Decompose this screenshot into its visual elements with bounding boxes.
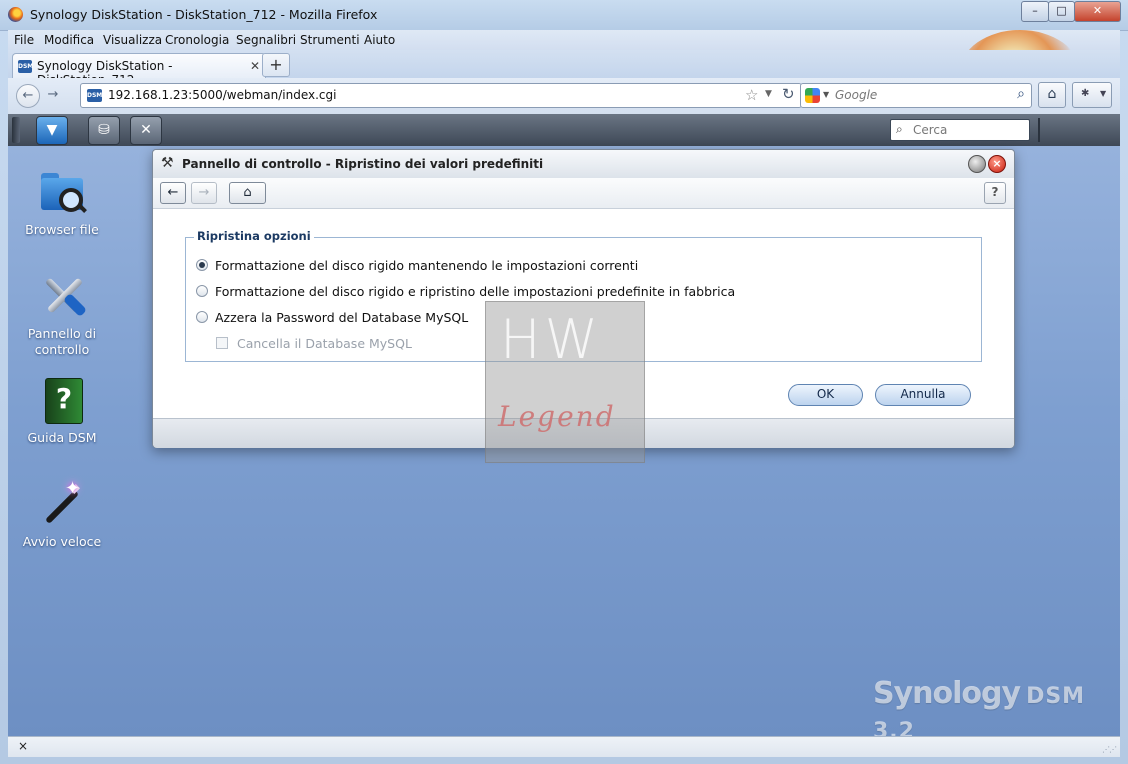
resize-grip-icon[interactable]: ⋰⋰: [1102, 745, 1117, 754]
search-engine-dropdown-icon[interactable]: ▼: [823, 90, 829, 99]
back-button[interactable]: ←: [16, 84, 40, 108]
chevron-down-icon: ▼: [46, 122, 58, 138]
folder-search-icon: [37, 168, 87, 216]
control-panel-taskbar-button[interactable]: ✕: [130, 116, 162, 145]
option-format-factory-reset[interactable]: Formattazione del disco rigido e riprist…: [196, 284, 735, 299]
dialog-help-button[interactable]: ?: [984, 182, 1006, 204]
tools-icon: ⚒: [161, 155, 174, 171]
desktop-icon-control-panel[interactable]: Pannello di controllo: [8, 272, 116, 358]
dialog-forward-button[interactable]: →: [191, 182, 217, 204]
dsm-favicon-icon: DSM: [87, 89, 102, 102]
main-menu-button[interactable]: ▼: [36, 116, 68, 145]
search-icon: ⌕: [896, 122, 903, 136]
option-reset-mysql-password[interactable]: Azzera la Password del Database MySQL: [196, 310, 468, 325]
close-dialog-button[interactable]: ×: [988, 155, 1006, 173]
minimize-button[interactable]: –: [1021, 1, 1049, 22]
fieldset-legend: Ripristina opzioni: [194, 229, 314, 243]
checkbox[interactable]: [216, 337, 228, 349]
home-icon: ⌂: [243, 185, 252, 200]
menu-file[interactable]: File: [14, 33, 34, 47]
desktop-icon-label: Pannello di controllo: [27, 326, 97, 357]
navigation-toolbar: ← → DSM 192.168.1.23:5000/webman/index.c…: [8, 78, 1120, 115]
minimize-dialog-button[interactable]: [968, 155, 986, 173]
help-book-icon: ?: [37, 376, 87, 424]
taskbar-separator: [1038, 118, 1040, 142]
chevron-down-icon: ▼: [1100, 89, 1107, 98]
reload-icon[interactable]: ↻: [782, 85, 795, 103]
dsm-search-input[interactable]: Cerca: [913, 123, 947, 137]
bookmark-star-icon[interactable]: ☆: [745, 86, 758, 104]
cancel-button[interactable]: Annulla: [875, 384, 971, 406]
puzzle-icon: ✱: [1081, 88, 1090, 99]
browser-status-bar: × ⋰⋰: [8, 736, 1120, 757]
close-tab-icon[interactable]: ✕: [250, 59, 260, 73]
watermark-line-1: HW: [500, 308, 602, 371]
close-findbar-icon[interactable]: ×: [18, 739, 28, 753]
tools-icon: [37, 272, 88, 320]
forward-button[interactable]: →: [42, 84, 64, 106]
synology-dsm-logo: Synology DSM 3.2: [873, 676, 1086, 736]
desktop-icon-label: Guida DSM: [27, 430, 97, 445]
addon-button[interactable]: ✱ ▼: [1072, 82, 1112, 108]
database-icon: ⛁: [98, 122, 110, 138]
menu-bar: File Modifica Visualizza Cronologia Segn…: [8, 30, 1120, 50]
desktop-icon-quick-start[interactable]: ✦ Avvio veloce: [8, 478, 116, 550]
url-text[interactable]: 192.168.1.23:5000/webman/index.cgi: [108, 88, 336, 102]
desktop-icon-file-browser[interactable]: Browser file: [8, 168, 116, 238]
search-icon[interactable]: ⌕: [1017, 86, 1025, 102]
taskbar-handle: [12, 117, 20, 143]
magic-wand-icon: ✦: [37, 478, 87, 528]
desktop-icon-label: Avvio veloce: [22, 534, 102, 549]
arrow-left-icon: ←: [167, 185, 179, 200]
menu-visualizza[interactable]: Visualizza: [103, 33, 162, 47]
menu-strumenti[interactable]: Strumenti: [300, 33, 360, 47]
dsm-favicon-icon: DSM: [18, 60, 33, 73]
url-bar[interactable]: DSM 192.168.1.23:5000/webman/index.cgi ☆…: [80, 83, 802, 108]
desktop-icon-dsm-help[interactable]: ? Guida DSM: [8, 376, 116, 446]
search-bar[interactable]: ▼ Google ⌕: [800, 83, 1032, 108]
menu-segnalibri[interactable]: Segnalibri: [236, 33, 296, 47]
radio-button[interactable]: [196, 311, 208, 323]
window-frame-bottom: [0, 756, 1128, 764]
dsm-taskbar: ▼ ⛁ ✕ ⌕ Cerca: [8, 114, 1120, 147]
arrow-right-icon: →: [198, 185, 210, 200]
dialog-toolbar: ← → ⌂ ?: [153, 178, 1014, 209]
dsm-search-box[interactable]: ⌕ Cerca: [890, 119, 1030, 141]
firefox-logo-icon: [8, 7, 23, 22]
url-history-dropdown-icon[interactable]: ▼: [765, 89, 772, 99]
ok-button[interactable]: OK: [788, 384, 863, 406]
dialog-title: Pannello di controllo - Ripristino dei v…: [182, 157, 544, 171]
menu-aiuto[interactable]: Aiuto: [364, 33, 395, 47]
option-delete-mysql-database[interactable]: Cancella il Database MySQL: [216, 336, 412, 351]
tab-diskstation[interactable]: DSM Synology DiskStation - DiskStation_7…: [12, 53, 266, 87]
browser-window-title: Synology DiskStation - DiskStation_712 -…: [30, 7, 378, 22]
new-tab-button[interactable]: +: [262, 53, 290, 77]
close-window-button[interactable]: ✕: [1074, 1, 1121, 22]
tab-strip: DSM Synology DiskStation - DiskStation_7…: [8, 50, 1120, 116]
storage-manager-button[interactable]: ⛁: [88, 116, 120, 145]
dialog-home-button[interactable]: ⌂: [229, 182, 266, 204]
radio-button[interactable]: [196, 285, 208, 297]
hw-legend-watermark: HW Legend: [485, 301, 645, 463]
window-frame-left: [0, 30, 8, 764]
search-input[interactable]: Google: [835, 88, 877, 102]
dialog-title-bar[interactable]: ⚒ Pannello di controllo - Ripristino dei…: [153, 150, 1014, 179]
maximize-button[interactable]: □: [1048, 1, 1075, 22]
menu-cronologia[interactable]: Cronologia: [165, 33, 229, 47]
google-icon[interactable]: [805, 88, 820, 103]
menu-modifica[interactable]: Modifica: [44, 33, 94, 47]
watermark-line-2: Legend: [498, 400, 616, 433]
home-button[interactable]: ⌂: [1038, 82, 1066, 108]
option-format-keep-settings[interactable]: Formattazione del disco rigido mantenend…: [196, 258, 638, 273]
window-frame-right: [1120, 30, 1128, 764]
dialog-back-button[interactable]: ←: [160, 182, 186, 204]
radio-button[interactable]: [196, 259, 208, 271]
tools-icon: ✕: [140, 122, 152, 138]
desktop-icon-label: Browser file: [25, 222, 99, 237]
browser-title-bar: Synology DiskStation - DiskStation_712 -…: [0, 0, 1128, 31]
